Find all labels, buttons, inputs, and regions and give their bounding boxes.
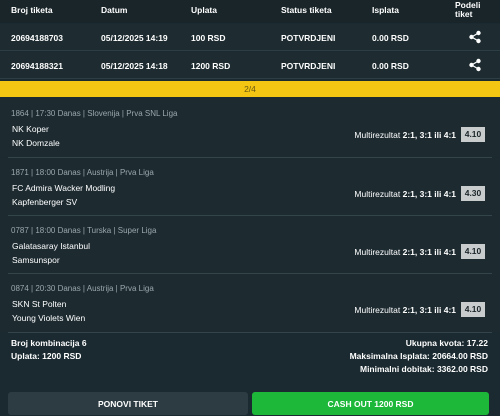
ticket-id: 20694188703	[11, 33, 64, 43]
match-header: 1871 | 18:00 Danas | Austrija | Prva Lig…	[11, 168, 154, 177]
share-icon[interactable]	[468, 58, 482, 72]
combinations-count: Broj kombinacija 6	[11, 338, 87, 348]
header-date: Datum	[101, 5, 128, 15]
cash-out-button[interactable]: CASH OUT 1200 RSD	[252, 392, 489, 415]
header-payout: Isplata	[372, 5, 399, 15]
ticket-row[interactable]: 20694188703 05/12/2025 14:19 100 RSD POT…	[0, 24, 500, 51]
match-item: 0787 | 18:00 Danas | Turska | Super Liga…	[0, 216, 500, 274]
away-team: Young Violets Wien	[12, 313, 86, 323]
ticket-payout: 0.00 RSD	[372, 61, 409, 71]
min-win: Minimalni dobitak: 3362.00 RSD	[359, 364, 488, 374]
ticket-pager[interactable]: 2/4	[0, 81, 500, 97]
home-team: SKN St Polten	[12, 299, 67, 309]
ticket-status: POTVRDJENI	[281, 61, 336, 71]
market-label: Multirezultat	[354, 189, 401, 199]
odd-badge: 4.10	[461, 244, 485, 259]
market-label: Multirezultat	[354, 305, 401, 315]
share-icon[interactable]	[468, 30, 482, 44]
market-label: Multirezultat	[354, 247, 401, 257]
odd-badge: 4.30	[461, 186, 485, 201]
odd-badge: 4.10	[461, 127, 485, 142]
ticket-date: 05/12/2025 14:18	[101, 61, 168, 71]
max-payout: Maksimalna Isplata: 20664.00 RSD	[349, 351, 488, 361]
market-label: Multirezultat	[354, 130, 401, 140]
match-item: 1871 | 18:00 Danas | Austrija | Prva Lig…	[0, 158, 500, 216]
away-team: Kapfenberger SV	[12, 197, 78, 207]
pick-value: 2:1, 3:1 ili 4:1	[402, 189, 456, 199]
header-share: Podeli tiket	[455, 1, 481, 19]
match-header: 0874 | 20:30 Danas | Austrija | Prva Lig…	[11, 284, 154, 293]
ticket-row[interactable]: 20694188321 05/12/2025 14:18 1200 RSD PO…	[0, 52, 500, 79]
ticket-id: 20694188321	[11, 61, 64, 71]
away-team: NK Domzale	[12, 138, 60, 148]
match-header: 1864 | 17:30 Danas | Slovenija | Prva SN…	[11, 109, 178, 118]
match-item: 1864 | 17:30 Danas | Slovenija | Prva SN…	[0, 99, 500, 157]
header-share-line2: tiket	[455, 9, 473, 19]
divider	[8, 332, 492, 333]
pager-label: 2/4	[244, 84, 256, 94]
home-team: NK Koper	[12, 124, 49, 134]
home-team: Galatasaray Istanbul	[12, 241, 90, 251]
ticket-payment: 100 RSD	[191, 33, 226, 43]
match-pick: Multirezultat 2:1, 3:1 ili 4:1	[354, 247, 456, 257]
pick-value: 2:1, 3:1 ili 4:1	[402, 130, 456, 140]
home-team: FC Admira Wacker Modling	[12, 183, 116, 193]
match-pick: Multirezultat 2:1, 3:1 ili 4:1	[354, 130, 456, 140]
header-payment: Uplata	[191, 5, 217, 15]
total-odds: Ukupna kvota: 17.22	[405, 338, 488, 348]
pick-value: 2:1, 3:1 ili 4:1	[402, 247, 456, 257]
pick-value: 2:1, 3:1 ili 4:1	[402, 305, 456, 315]
match-pick: Multirezultat 2:1, 3:1 ili 4:1	[354, 189, 456, 199]
ticket-status: POTVRDJENI	[281, 33, 336, 43]
header-status: Status tiketa	[281, 5, 332, 15]
header-ticket-number: Broj tiketa	[11, 5, 53, 15]
away-team: Samsunspor	[12, 255, 60, 265]
ticket-payout: 0.00 RSD	[372, 33, 409, 43]
tickets-table-header: Broj tiketa Datum Uplata Status tiketa I…	[0, 0, 500, 23]
summary-payment: Uplata: 1200 RSD	[11, 351, 82, 361]
match-header: 0787 | 18:00 Danas | Turska | Super Liga	[11, 226, 157, 235]
repeat-ticket-button[interactable]: PONOVI TIKET	[8, 392, 248, 415]
ticket-payment: 1200 RSD	[191, 61, 231, 71]
match-pick: Multirezultat 2:1, 3:1 ili 4:1	[354, 305, 456, 315]
odd-badge: 4.10	[461, 302, 485, 317]
match-item: 0874 | 20:30 Danas | Austrija | Prva Lig…	[0, 274, 500, 332]
ticket-date: 05/12/2025 14:19	[101, 33, 168, 43]
